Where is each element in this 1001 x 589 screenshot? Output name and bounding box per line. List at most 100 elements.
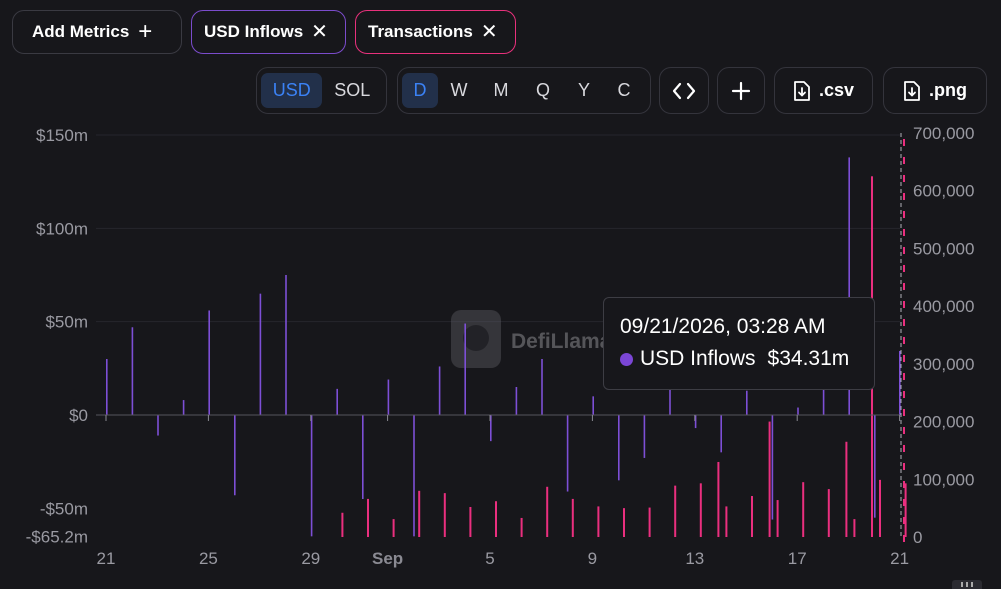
- add-metrics-label: Add Metrics: [32, 22, 130, 41]
- usd-inflow-bar: [157, 415, 159, 436]
- x-tick-label: Sep: [372, 549, 403, 568]
- x-tick-label: 29: [301, 549, 320, 568]
- y-left-tick-label: $150m: [36, 126, 88, 145]
- usd-inflow-bar: [874, 415, 876, 518]
- y-right-tick-label: 300,000: [913, 355, 974, 374]
- period-y[interactable]: Y: [564, 73, 604, 108]
- transactions-bar: [341, 512, 344, 537]
- transactions-hover-segment: [903, 481, 905, 488]
- embed-button[interactable]: [659, 67, 709, 114]
- x-tick-label: 5: [485, 549, 494, 568]
- transactions-bar: [597, 506, 600, 537]
- transactions-hover-segment: [903, 175, 905, 182]
- transactions-hover-segment: [903, 427, 905, 434]
- resize-handle[interactable]: [952, 580, 982, 589]
- x-tick-label: 9: [588, 549, 597, 568]
- tooltip-value: $34.31m: [767, 347, 850, 370]
- y-left-tick-label: $50m: [45, 313, 88, 332]
- y-left-tick-label: -$65.2m: [26, 528, 88, 547]
- download-png-button[interactable]: .png: [883, 67, 987, 114]
- transactions-bar: [853, 519, 856, 537]
- add-chart-button[interactable]: [717, 67, 765, 114]
- transactions-hover-segment: [903, 499, 905, 506]
- usd-inflow-bar: [285, 275, 287, 415]
- period-m[interactable]: M: [480, 73, 522, 108]
- usd-inflow-bar: [541, 359, 543, 415]
- transactions-hover-segment: [903, 283, 905, 290]
- y-right-tick-label: 700,000: [913, 124, 974, 143]
- transactions-hover-segment: [903, 517, 905, 524]
- transactions-hover-segment: [903, 355, 905, 362]
- plus-icon: +: [138, 18, 153, 45]
- metric-chip-transactions[interactable]: Transactions ✕: [355, 10, 516, 54]
- usd-inflow-bar: [182, 400, 185, 415]
- denomination-sol[interactable]: SOL: [322, 73, 382, 108]
- period-q[interactable]: Q: [522, 73, 564, 108]
- y-right-tick-label: 600,000: [913, 182, 974, 201]
- transactions-bar: [827, 489, 830, 537]
- transactions-bar: [546, 486, 549, 537]
- embed-code-icon: [672, 82, 696, 99]
- tooltip-row: USD Inflows $34.31m: [620, 347, 874, 371]
- denomination-usd[interactable]: USD: [261, 73, 323, 108]
- usd-inflow-bar: [131, 327, 134, 415]
- metric-chip-label: Transactions: [368, 22, 473, 41]
- period-d[interactable]: D: [402, 73, 438, 108]
- tooltip-date: 09/21/2026, 03:28 AM: [620, 315, 826, 338]
- transactions-bar: [802, 482, 805, 537]
- y-left-tick-label: $100m: [36, 219, 88, 238]
- transactions-bar: [495, 501, 497, 537]
- transactions-bar: [648, 507, 651, 537]
- plus-icon: [731, 81, 751, 100]
- download-icon: [794, 80, 810, 101]
- usd-inflow-bar: [899, 350, 901, 415]
- period-c[interactable]: C: [604, 73, 644, 108]
- usd-inflow-bar: [362, 415, 364, 499]
- metric-chip-label: USD Inflows: [204, 22, 304, 41]
- close-icon[interactable]: ✕: [311, 22, 328, 42]
- transactions-hover-segment: [903, 157, 905, 164]
- transactions-bar: [776, 500, 779, 537]
- usd-inflow-bar: [515, 387, 518, 415]
- y-right-tick-label: 500,000: [913, 239, 974, 258]
- watermark-text: DefiLlama: [511, 330, 612, 353]
- usd-inflow-bar: [464, 323, 466, 415]
- transactions-bar: [768, 421, 771, 537]
- period-toggle: D W M Q Y C: [397, 67, 651, 114]
- add-metrics-button[interactable]: Add Metrics +: [12, 10, 182, 54]
- transactions-bar: [725, 506, 728, 537]
- usd-inflow-bar: [413, 415, 415, 537]
- transactions-hover-segment: [903, 139, 905, 146]
- download-csv-button[interactable]: .csv: [774, 67, 873, 114]
- usd-inflow-bar: [797, 407, 799, 415]
- transactions-bar: [367, 498, 369, 537]
- transactions-hover-segment: [903, 337, 905, 344]
- transactions-hover-segment: [903, 445, 905, 452]
- x-tick-label: 21: [890, 549, 909, 568]
- transactions-bar: [469, 506, 472, 537]
- usd-inflow-bar: [106, 359, 108, 415]
- period-w[interactable]: W: [438, 73, 480, 108]
- series-dot: [620, 352, 633, 366]
- usd-inflow-bar: [259, 293, 262, 415]
- close-icon[interactable]: ✕: [481, 22, 498, 42]
- y-right-tick-label: 200,000: [913, 413, 974, 432]
- denomination-toggle: USD SOL: [256, 67, 387, 114]
- x-tick-label: 25: [199, 549, 218, 568]
- metric-chip-usd-inflows[interactable]: USD Inflows ✕: [191, 10, 346, 54]
- defillama-watermark: DefiLlama: [451, 310, 612, 368]
- csv-label: .csv: [818, 80, 855, 100]
- transactions-bar: [674, 485, 677, 537]
- transactions-bar: [717, 461, 720, 537]
- usd-inflow-bar: [566, 415, 569, 492]
- transactions-bar: [571, 498, 574, 537]
- png-label: .png: [929, 80, 967, 100]
- transactions-hover-segment: [903, 229, 905, 236]
- transactions-bar: [623, 508, 625, 537]
- usd-inflow-bar: [822, 387, 825, 415]
- x-tick-label: 21: [97, 549, 116, 568]
- transactions-hover-segment: [903, 373, 905, 380]
- y-left-tick-label: -$50m: [40, 499, 88, 518]
- transactions-hover-segment: [903, 535, 905, 542]
- transactions-hover-segment: [903, 265, 905, 272]
